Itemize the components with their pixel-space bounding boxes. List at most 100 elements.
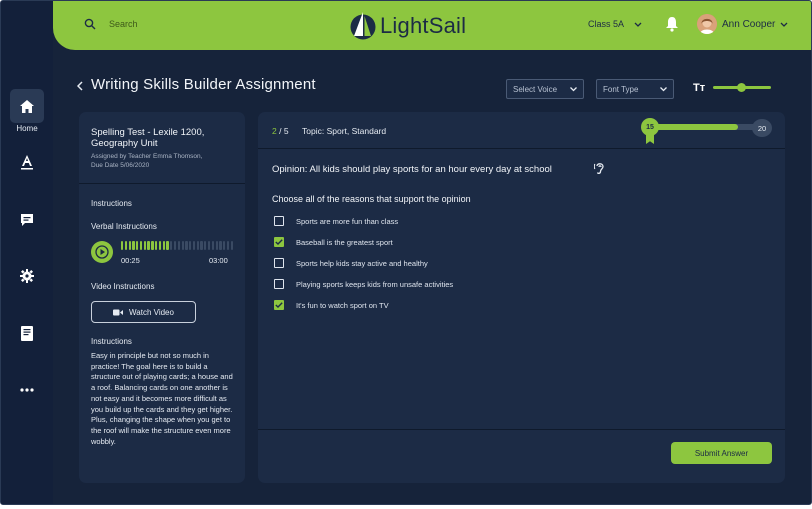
waveform-bar	[204, 241, 207, 250]
bell-icon[interactable]	[665, 16, 679, 32]
opinion-text: Opinion: All kids should play sports for…	[272, 164, 552, 175]
instructions-heading: Instructions	[91, 337, 132, 346]
class-select-value: Class 5A	[588, 19, 625, 29]
assignment-title: Spelling Test - Lexile 1200, Geography U…	[91, 127, 205, 149]
voice-select[interactable]: Select Voice	[506, 79, 584, 99]
divider	[258, 429, 785, 430]
waveform-bar	[223, 241, 226, 250]
assigned-by: Assigned by Teacher Emma Thomson,	[91, 153, 203, 160]
sidebar-item-library[interactable]	[10, 316, 44, 350]
answer-option-label: Playing sports keeps kids from unsafe ac…	[296, 279, 454, 289]
waveform-bar	[121, 241, 124, 250]
waveform-bar	[139, 241, 143, 250]
waveform-bar	[136, 241, 139, 250]
score-progress-fill	[648, 124, 738, 130]
answer-option[interactable]: Baseball is the greatest sport	[274, 237, 393, 247]
search-icon[interactable]	[84, 18, 96, 30]
score-max-badge: 20	[752, 119, 772, 137]
chevron-down-icon	[570, 87, 577, 92]
answer-option-label: Sports help kids stay active and healthy	[296, 258, 428, 268]
audio-total: 03:00	[209, 256, 228, 265]
book-icon	[21, 325, 33, 341]
user-menu[interactable]: Ann Cooper	[722, 19, 788, 30]
flag-icon	[646, 135, 654, 144]
assignment-meta: Assigned by Teacher Emma Thomson, Due Da…	[91, 152, 241, 170]
question-prompt: Choose all of the reasons that support t…	[272, 194, 471, 204]
checkbox[interactable]	[274, 279, 284, 289]
sidebar-item-more[interactable]	[10, 373, 44, 407]
instructions-body: Easy in principle but not so much in pra…	[91, 351, 233, 446]
submit-answer-button[interactable]: Submit Answer	[671, 442, 772, 464]
chevron-down-icon	[780, 22, 788, 27]
waveform-bar	[155, 241, 158, 250]
answer-option[interactable]: Sports are more fun than class	[274, 216, 398, 226]
waveform-bar	[189, 241, 192, 250]
answer-option[interactable]: It's fun to watch sport on TV	[274, 300, 389, 310]
checkbox-checked[interactable]	[274, 237, 284, 247]
voice-select-value: Select Voice	[513, 84, 558, 94]
audio-elapsed: 00:25	[121, 256, 140, 265]
waveform-bar	[132, 241, 135, 250]
question-current: 2	[272, 126, 277, 136]
brand-logo: LightSail	[350, 10, 466, 42]
checkmark-icon	[275, 302, 283, 308]
waveform-bar	[192, 241, 196, 250]
waveform-bar	[158, 241, 162, 250]
waveform-bar	[207, 241, 211, 250]
font-icon	[21, 155, 33, 170]
watch-video-button[interactable]: Watch Video	[91, 301, 196, 323]
home-icon	[20, 99, 34, 113]
user-name: Ann Cooper	[722, 19, 776, 30]
app-window: Home Search LightSail Class 5A Ann Coope…	[0, 0, 812, 505]
score-progress-bar	[648, 124, 768, 130]
question-total: / 5	[279, 126, 289, 136]
sidebar-item-home[interactable]	[10, 89, 44, 123]
sidebar: Home	[1, 1, 53, 504]
waveform-bar	[177, 241, 180, 250]
sidebar-item-font[interactable]	[10, 145, 44, 179]
sidebar-item-messages[interactable]	[10, 203, 44, 237]
video-instructions-label: Video Instructions	[91, 282, 155, 291]
due-date: Due Date 5/06/2020	[91, 162, 150, 169]
text-size-icon: Tт	[693, 82, 706, 94]
back-arrow-icon[interactable]	[77, 81, 83, 91]
answer-option-label: Baseball is the greatest sport	[296, 237, 393, 247]
font-type-select[interactable]: Font Type	[596, 79, 674, 99]
checkmark-icon	[275, 239, 283, 245]
top-bar: Search LightSail Class 5A Ann Cooper	[53, 1, 811, 50]
waveform-bar	[196, 241, 199, 250]
waveform-bar	[147, 241, 150, 250]
play-button[interactable]	[91, 241, 113, 263]
checkbox-checked[interactable]	[274, 300, 284, 310]
play-icon	[95, 245, 109, 259]
assignment-info-panel: Spelling Test - Lexile 1200, Geography U…	[79, 112, 245, 483]
gear-icon	[20, 269, 34, 283]
avatar[interactable]	[697, 14, 717, 34]
audio-waveform[interactable]	[121, 241, 233, 250]
checkbox[interactable]	[274, 216, 284, 226]
class-select[interactable]: Class 5A	[588, 19, 642, 29]
video-camera-icon	[113, 309, 124, 315]
question-header: 2 / 5 Topic: Sport, Standard 15 20	[258, 112, 785, 149]
search-input[interactable]: Search	[109, 19, 138, 29]
page-title: Writing Skills Builder Assignment	[91, 76, 316, 93]
font-type-value: Font Type	[603, 84, 639, 94]
answer-option[interactable]: Sports help kids stay active and healthy	[274, 258, 428, 268]
verbal-instructions-label: Verbal Instructions	[91, 222, 157, 231]
score-current-badge: 15	[641, 118, 659, 136]
waveform-bar	[181, 241, 184, 250]
waveform-bar	[124, 241, 128, 250]
answer-option-label: It's fun to watch sport on TV	[296, 300, 389, 310]
question-topic: Topic: Sport, Standard	[302, 126, 387, 136]
waveform-bar	[215, 241, 218, 250]
sidebar-item-settings[interactable]	[10, 259, 44, 293]
watch-video-label: Watch Video	[129, 307, 174, 317]
sidebar-item-label: Home	[16, 124, 38, 133]
listen-icon[interactable]	[594, 161, 606, 175]
waveform-bar	[143, 241, 146, 250]
text-size-slider-handle[interactable]	[737, 83, 746, 92]
answer-option[interactable]: Playing sports keeps kids from unsafe ac…	[274, 279, 453, 289]
checkbox[interactable]	[274, 258, 284, 268]
waveform-bar	[226, 241, 230, 250]
chat-icon	[21, 214, 33, 226]
